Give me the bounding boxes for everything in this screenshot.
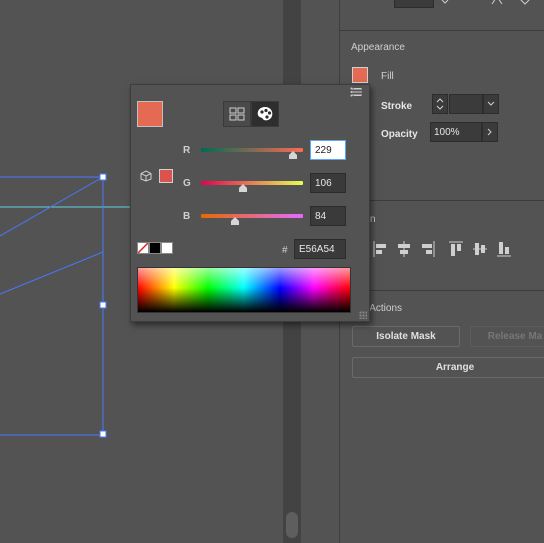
black-color-swatch[interactable]	[149, 242, 161, 254]
channel-label-g: G	[183, 178, 191, 189]
align-left-icon[interactable]	[372, 240, 388, 258]
release-mask-button[interactable]: Release Ma	[470, 326, 544, 347]
channel-label-r: R	[183, 145, 191, 156]
opacity-input[interactable]: 100%	[430, 122, 482, 142]
color-spectrum[interactable]	[137, 267, 351, 313]
swatches-grid-icon[interactable]	[223, 101, 251, 127]
green-slider[interactable]	[201, 181, 303, 185]
red-value-input[interactable]: 229	[310, 140, 346, 160]
flip-icon[interactable]	[490, 0, 504, 6]
selection-handle	[99, 301, 107, 309]
section-divider	[340, 30, 544, 31]
align-center-icon[interactable]	[396, 240, 412, 258]
current-color-swatch	[137, 101, 163, 127]
fill-swatch[interactable]	[352, 67, 368, 83]
resize-grip-icon[interactable]	[359, 311, 367, 319]
none-color-swatch[interactable]	[137, 242, 149, 254]
hex-value-input[interactable]: E56A54	[294, 239, 346, 259]
color-palette-icon[interactable]	[251, 101, 279, 127]
chevron-down-icon[interactable]	[483, 94, 499, 114]
selection-bounding-box	[0, 176, 104, 436]
align-middle-icon[interactable]	[472, 240, 488, 258]
green-slider-thumb[interactable]	[239, 184, 248, 192]
align-top-icon[interactable]	[448, 240, 464, 258]
section-divider	[340, 200, 544, 201]
align-right-icon[interactable]	[420, 240, 436, 258]
channel-label-b: B	[183, 211, 191, 222]
red-slider-thumb[interactable]	[288, 151, 297, 159]
web-safe-color-swatch[interactable]	[159, 169, 173, 183]
align-title: n	[370, 214, 376, 225]
isolate-mask-button[interactable]: Isolate Mask	[352, 326, 460, 347]
stroke-weight-input[interactable]	[449, 94, 483, 114]
stroke-label[interactable]: Stroke	[381, 101, 412, 112]
fill-label: Fill	[381, 71, 394, 82]
hex-prefix: #	[282, 245, 288, 256]
align-bottom-icon[interactable]	[496, 240, 512, 258]
chevron-right-icon[interactable]	[482, 122, 498, 142]
chevron-down-icon[interactable]	[438, 0, 452, 8]
selection-handle	[99, 173, 107, 181]
stroke-weight-stepper[interactable]	[432, 94, 448, 114]
section-divider	[340, 290, 544, 291]
blue-slider-thumb[interactable]	[230, 217, 239, 225]
flip-vertical-icon[interactable]	[518, 0, 532, 6]
color-picker-popup[interactable]: R 229 G 106 B 84 # E56A54	[130, 84, 370, 322]
list-icon[interactable]	[350, 87, 364, 97]
green-value-input[interactable]: 106	[310, 173, 346, 193]
cube-icon[interactable]	[139, 169, 153, 183]
white-color-swatch[interactable]	[161, 242, 173, 254]
opacity-label[interactable]: Opacity	[381, 129, 418, 140]
scrollbar-thumb[interactable]	[286, 512, 298, 538]
blue-slider[interactable]	[201, 214, 303, 218]
selection-handle	[99, 430, 107, 438]
arrange-button[interactable]: Arrange	[352, 357, 544, 378]
transform-field[interactable]	[394, 0, 434, 8]
appearance-title: Appearance	[351, 42, 405, 53]
path-segment	[0, 251, 104, 295]
blue-value-input[interactable]: 84	[310, 206, 346, 226]
